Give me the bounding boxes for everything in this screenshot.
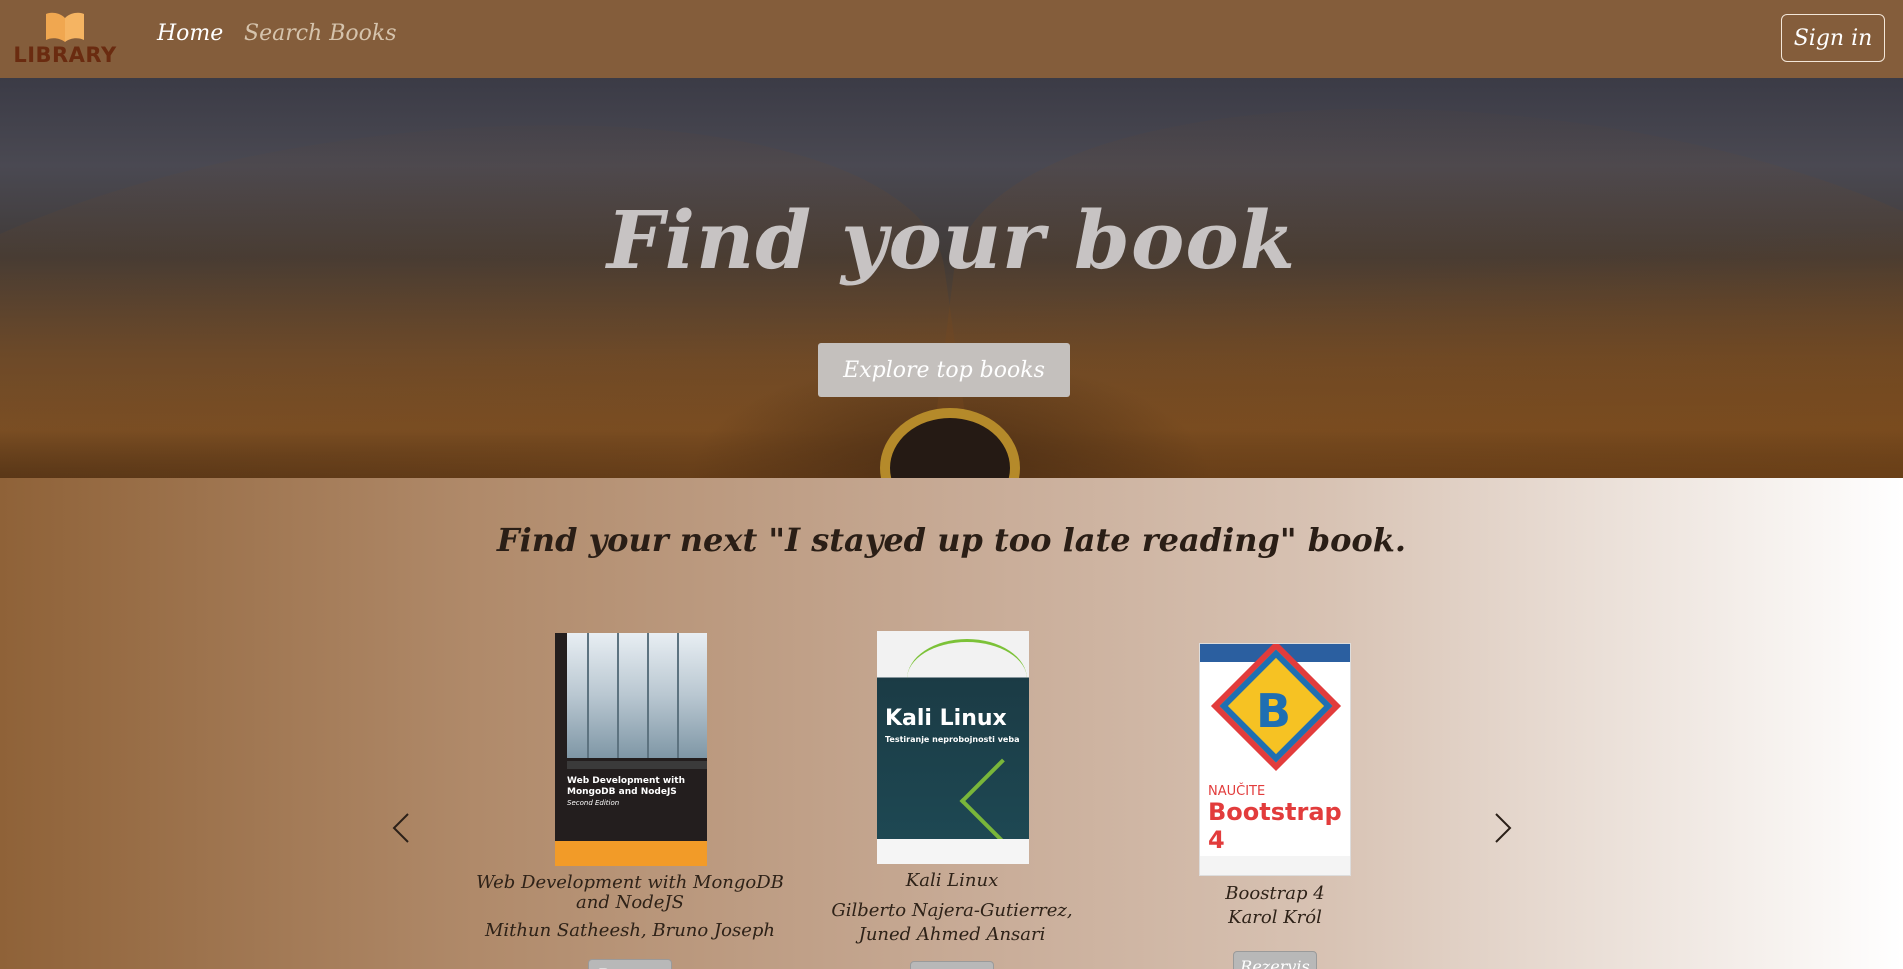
books-section: Find your next "I stayed up too late rea… (0, 478, 1903, 969)
carousel-prev-button[interactable] (382, 808, 422, 848)
chevron-left-icon (392, 813, 409, 843)
cover-subtitle: Testiranje neprobojnosti veba (885, 735, 1020, 744)
hero-banner: Find your book Explore top books (0, 78, 1903, 478)
section-heading: Find your next "I stayed up too late rea… (496, 521, 1407, 559)
book-title: Web Development with MongoDB and NodeJS (476, 872, 784, 913)
book-author: Karol Król (1228, 907, 1322, 928)
explore-top-books-button[interactable]: Explore top books (818, 343, 1070, 397)
book-title: Boostrap 4 (1225, 883, 1325, 904)
cover-stripe (567, 761, 707, 769)
cover-kicker: NAUČITE (1208, 784, 1266, 799)
cover-chevron-art (959, 758, 1029, 844)
reserve-button[interactable]: Rezervis (1233, 951, 1317, 969)
book-author: Gilberto Najera-Gutierrez, Juned Ahmed A… (831, 900, 1073, 945)
chevron-right-icon (1495, 813, 1512, 843)
navbar: LIBRARY Home Search Books Sign in (0, 0, 1903, 78)
book-author: Mithun Satheesh, Bruno Joseph (484, 920, 776, 941)
book-logo-icon (46, 12, 84, 42)
book-cover[interactable]: Web Development with MongoDB and NodeJS … (555, 633, 707, 866)
cover-publisher-band (555, 841, 707, 866)
book-card: Kali Linux Testiranje neprobojnosti veba… (812, 631, 1092, 969)
book-card: B NAUČITE Bootstrap 4 Boostrap 4 Karol K… (1135, 643, 1415, 969)
nav-link-home[interactable]: Home (157, 19, 223, 49)
reserve-button[interactable]: Reserve (588, 959, 672, 969)
cover-title: Bootstrap 4 (1208, 798, 1342, 854)
hero-title: Find your book (606, 193, 1297, 287)
cover-b-logo: B (1256, 684, 1292, 738)
library-logo[interactable]: LIBRARY (11, 8, 119, 66)
cover-publisher-band (1200, 856, 1350, 875)
cover-edition: Second Edition (567, 799, 620, 807)
book-cover[interactable]: Kali Linux Testiranje neprobojnosti veba (877, 631, 1029, 864)
logo-text: LIBRARY (13, 43, 117, 67)
book-card: Web Development with MongoDB and NodeJS … (470, 633, 790, 969)
cover-publisher-band (877, 839, 1029, 864)
cover-title: Web Development with MongoDB and NodeJS (567, 776, 685, 797)
sign-in-button[interactable]: Sign in (1781, 14, 1885, 62)
carousel-next-button[interactable] (1482, 808, 1522, 848)
book-title: Kali Linux (905, 870, 999, 891)
book-cover[interactable]: B NAUČITE Bootstrap 4 (1199, 643, 1351, 876)
cover-title: Kali Linux (885, 706, 1007, 731)
nav-link-search-books[interactable]: Search Books (244, 19, 397, 49)
reserve-button[interactable]: Reserve (910, 961, 994, 969)
cover-photo (567, 633, 707, 758)
